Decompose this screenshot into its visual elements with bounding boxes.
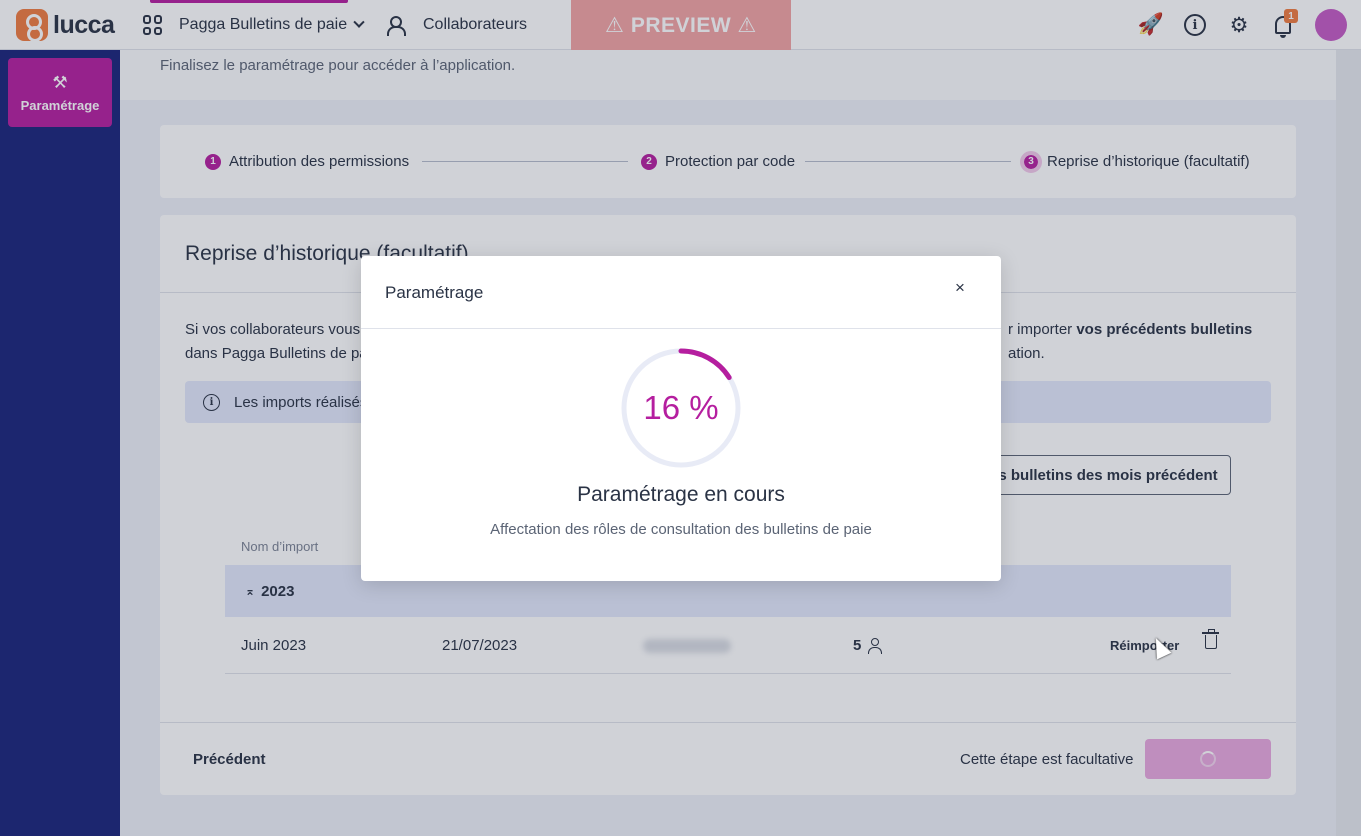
modal-heading: Paramétrage en cours (577, 483, 785, 506)
close-icon[interactable]: × (950, 278, 970, 298)
setup-modal: Paramétrage × 16 % Paramétrage en cours … (361, 256, 1001, 581)
modal-subtext: Affectation des rôles de consultation de… (490, 521, 872, 538)
divider (361, 328, 1001, 329)
progress-percent: 16 % (643, 389, 719, 426)
modal-title: Paramétrage (385, 283, 484, 302)
